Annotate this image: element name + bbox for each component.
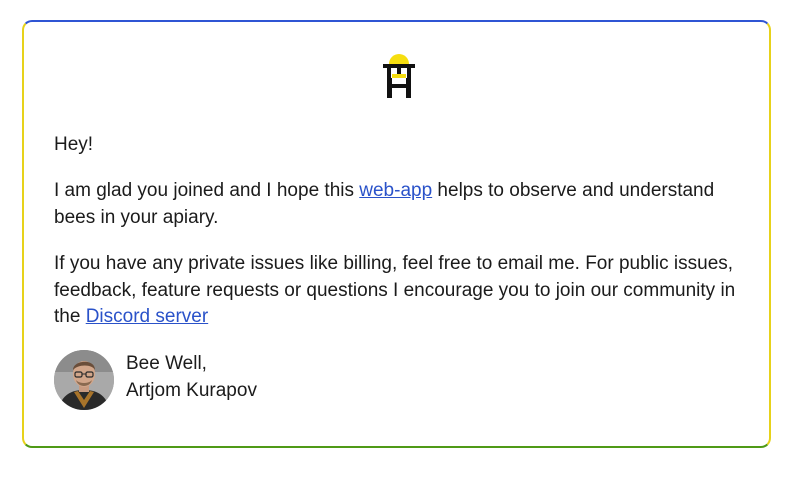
signature-closing: Bee Well, bbox=[126, 353, 207, 374]
signature: Bee Well, Artjom Kurapov bbox=[126, 350, 257, 404]
author-photo-icon bbox=[54, 350, 114, 410]
author-avatar bbox=[54, 350, 114, 410]
greeting-text: Hey! bbox=[54, 134, 94, 155]
support-paragraph: If you have any private issues like bill… bbox=[54, 251, 744, 331]
welcome-paragraph: I am glad you joined and I hope this web… bbox=[54, 178, 744, 231]
beehive-logo-icon bbox=[383, 54, 415, 98]
welcome-text-start: I am glad you joined and I hope this bbox=[54, 180, 360, 201]
discord-server-link[interactable]: Discord server bbox=[86, 306, 208, 327]
web-app-link[interactable]: web-app bbox=[359, 180, 432, 201]
signature-name: Artjom Kurapov bbox=[126, 380, 257, 401]
welcome-card: Hey! I am glad you joined and I hope thi… bbox=[22, 20, 771, 448]
